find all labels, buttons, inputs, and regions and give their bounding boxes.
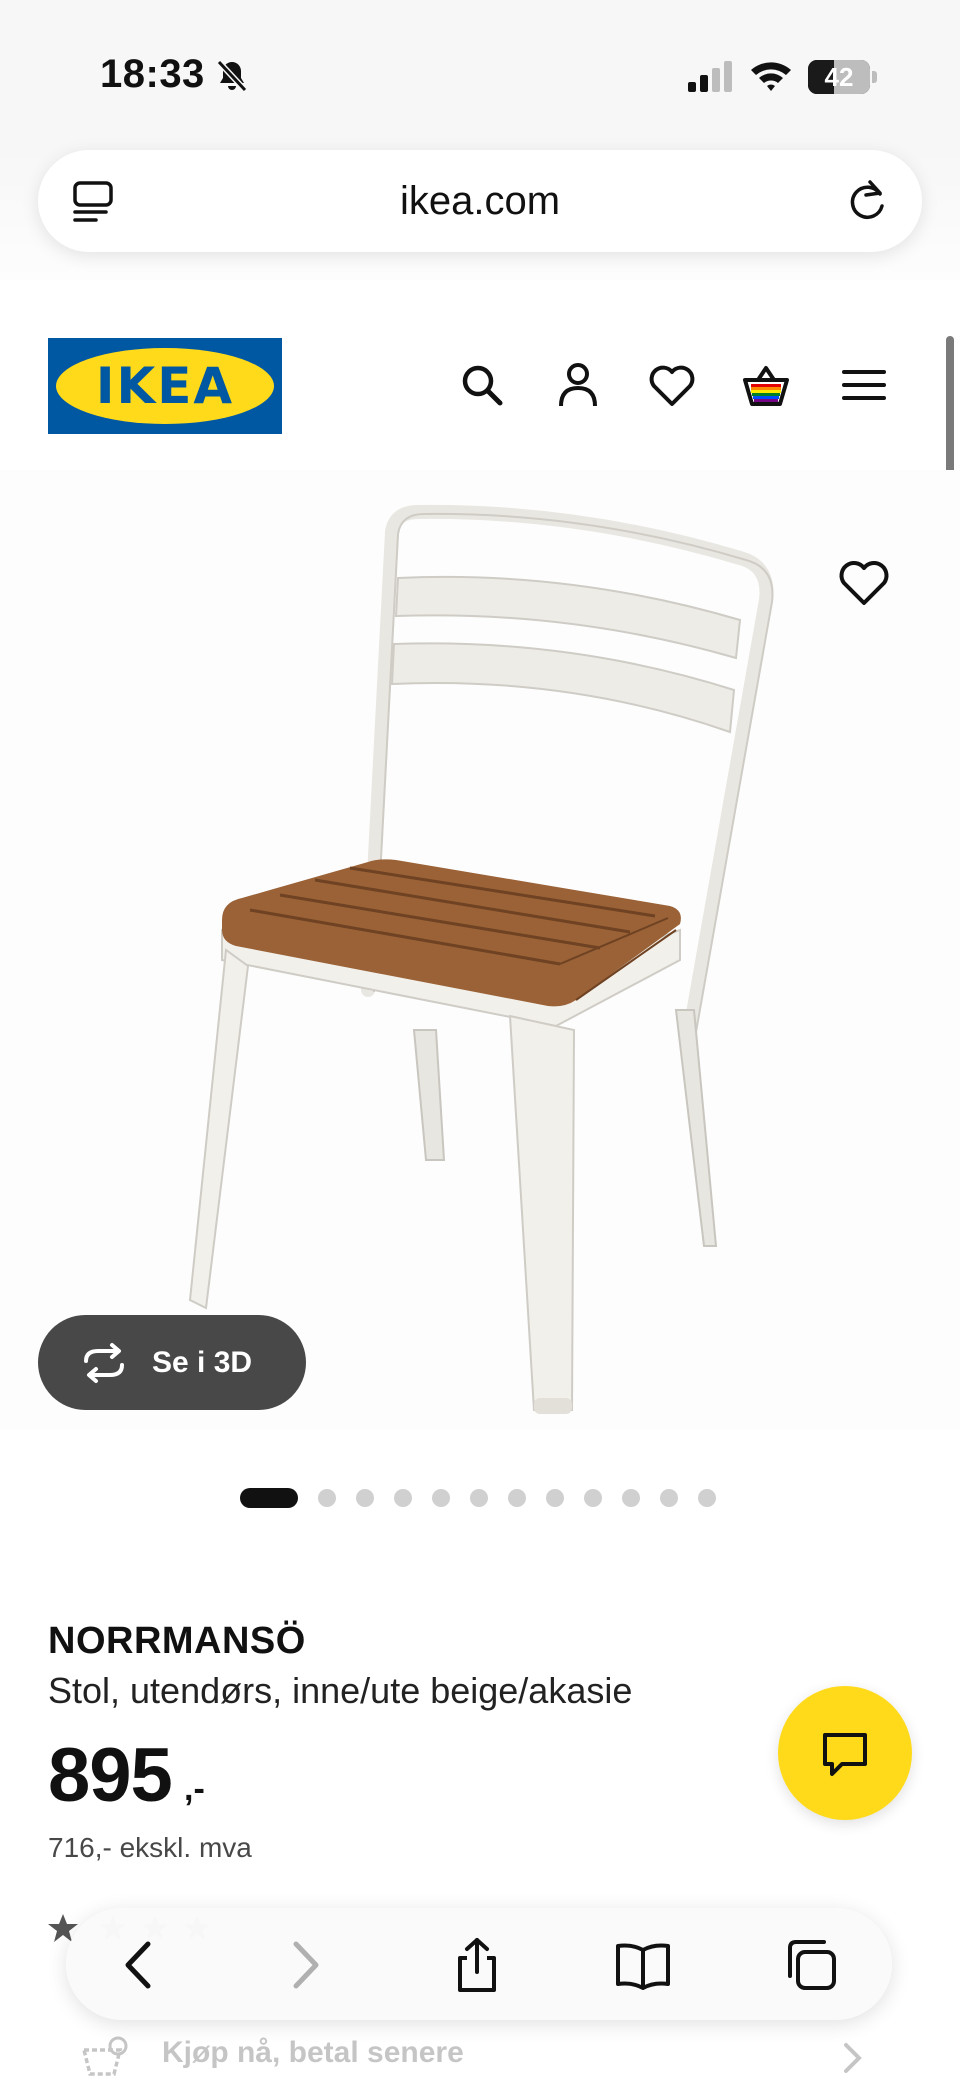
carousel-dot[interactable] [584,1489,602,1507]
view-in-3d-button[interactable]: Se i 3D [38,1315,306,1410]
product-description: Stol, utendørs, inne/ute beige/akasie [48,1670,633,1711]
reload-icon[interactable] [844,176,890,224]
wifi-icon [751,62,791,91]
price-excluding-vat: 716,- ekskl. mva [48,1832,252,1863]
chair-illustration [188,504,774,1414]
shopping-basket-icon[interactable] [742,360,790,410]
bell-slash-icon [216,59,248,93]
product-price: 895 [48,1733,173,1818]
carousel-dot[interactable] [432,1489,450,1507]
view-in-3d-label: Se i 3D [152,1346,253,1379]
basket-clock-icon [81,2036,128,2076]
wishlist-heart-icon[interactable] [648,360,696,410]
chevron-right-icon [844,2043,862,2073]
address-bar[interactable]: ikea.com [38,150,922,252]
battery-icon: 42 [808,60,878,94]
rotate-3d-icon [84,1343,124,1383]
product-name: NORRMANSÖ [48,1620,306,1662]
bookmarks-icon[interactable] [614,1936,672,1994]
ikea-logo-text: IKEA [95,357,235,415]
carousel-dot[interactable] [508,1489,526,1507]
tabs-icon[interactable] [782,1936,840,1994]
carousel-dot[interactable] [240,1488,298,1508]
price-suffix: ,- [184,1770,205,1808]
share-icon[interactable] [448,1936,506,1994]
carousel-dot[interactable] [698,1489,716,1507]
account-icon[interactable] [554,360,602,410]
forward-icon[interactable] [276,1936,334,1994]
carousel-dot[interactable] [394,1489,412,1507]
buy-now-pay-later-label: Kjøp nå, betal senere [162,2036,464,2069]
carousel-dot[interactable] [470,1489,488,1507]
status-bar: 18:33 42 [0,0,960,150]
search-icon[interactable] [458,360,506,410]
add-to-favorites-icon[interactable] [838,558,890,608]
carousel-dot[interactable] [318,1489,336,1507]
carousel-dot[interactable] [622,1489,640,1507]
product-image[interactable] [0,470,960,1430]
back-icon[interactable] [110,1936,168,1994]
battery-percent: 42 [824,62,854,92]
status-time: 18:33 [100,52,205,96]
cellular-signal-icon [688,61,732,92]
ikea-logo[interactable]: IKEA [48,338,282,434]
chat-bubble-icon [823,1733,867,1776]
carousel-dot[interactable] [546,1489,564,1507]
browser-toolbar [66,1908,892,2020]
browser-chrome: ikea.com [0,150,960,280]
carousel-dot[interactable] [660,1489,678,1507]
url-text[interactable]: ikea.com [38,150,922,252]
carousel-dot[interactable] [356,1489,374,1507]
chat-button[interactable] [778,1686,912,1820]
buy-now-pay-later-row[interactable]: Kjøp nå, betal senere [0,2028,960,2087]
menu-icon[interactable] [840,360,888,410]
